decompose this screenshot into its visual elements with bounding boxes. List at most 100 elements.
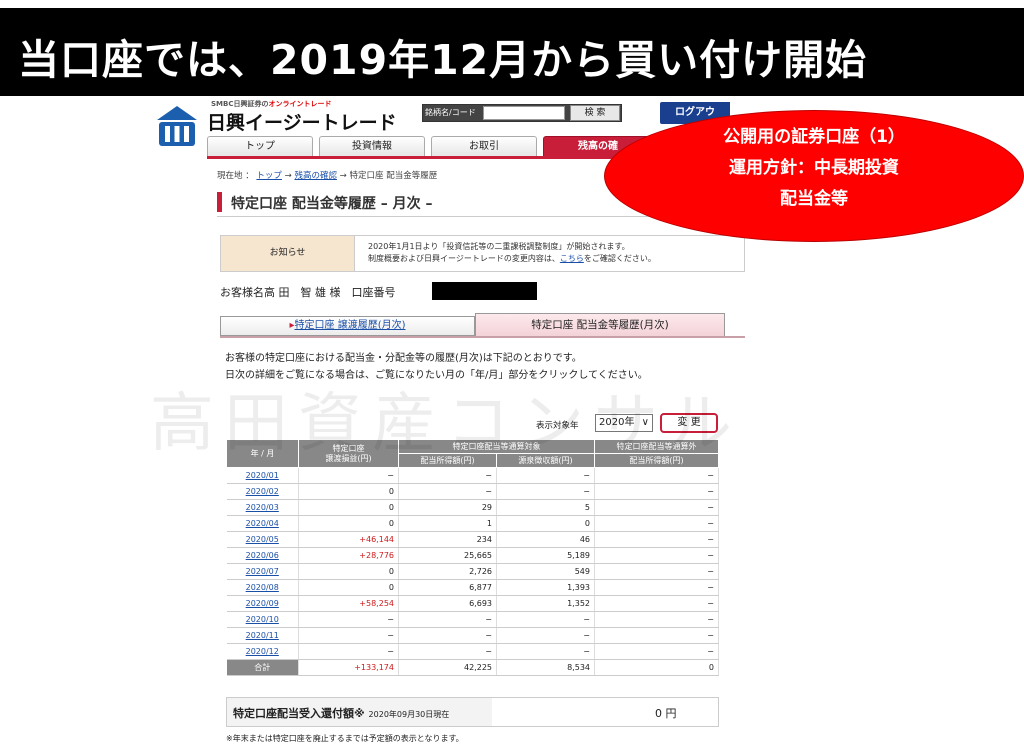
month-link[interactable]: 2020/11	[246, 631, 279, 640]
month-link[interactable]: 2020/02	[246, 487, 279, 496]
tab-investment-info[interactable]: 投資情報	[319, 136, 425, 156]
month-cell: 2020/08	[226, 579, 299, 596]
dividend-cell: −	[398, 643, 497, 660]
notice-text: 2020年1月1日より「投資信託等の二重課税調整制度」が開始されます。 制度概要…	[368, 242, 656, 263]
transfer-cell: −	[298, 611, 399, 628]
refund-label: 特定口座配当受入還付額※ 2020年09月30日現在	[233, 707, 450, 720]
month-cell: 2020/04	[226, 515, 299, 532]
table-row: 2020/09 +58,254 6,693 1,352−	[226, 595, 719, 612]
breadcrumb: 現在地 ： トップ → 残高の確認 → 特定口座 配当金等履歴	[217, 171, 438, 181]
outside-dividend-cell: −	[594, 483, 719, 500]
month-cell: 2020/02	[226, 483, 299, 500]
withholding-cell: −	[496, 467, 595, 484]
tab-transfer-history[interactable]: ▸特定口座 譲渡履歴(月次)	[220, 316, 475, 336]
transfer-cell: +58,254	[298, 595, 399, 612]
month-cell: 2020/11	[226, 627, 299, 644]
withholding-cell: 1,352	[496, 595, 595, 612]
withholding-cell: −	[496, 643, 595, 660]
year-select[interactable]: 2020年 ∨	[595, 414, 653, 432]
outside-dividend-cell: −	[594, 515, 719, 532]
month-cell: 2020/06	[226, 547, 299, 564]
withholding-cell: −	[496, 611, 595, 628]
table-row: 2020/01− − − −	[226, 467, 719, 484]
search-button[interactable]: 検 索	[570, 105, 620, 121]
month-link[interactable]: 2020/03	[246, 503, 279, 512]
dividend-cell: −	[398, 483, 497, 500]
col-withholding: 源泉徴収額(円)	[496, 453, 595, 468]
title-accent	[217, 192, 222, 212]
table-row: 2020/05 +46,144 234 46−	[226, 531, 719, 548]
transfer-cell: −	[298, 643, 399, 660]
outside-dividend-cell: −	[594, 467, 719, 484]
month-link[interactable]: 2020/01	[246, 471, 279, 480]
table-row: 2020/04 0 1 0−	[226, 515, 719, 532]
dividend-cell: 2,726	[398, 563, 497, 580]
title-banner: 当口座では、2019年12月から買い付け開始	[0, 8, 1024, 96]
tab-dividend-history[interactable]: 特定口座 配当金等履歴(月次)	[475, 313, 725, 336]
tab-top[interactable]: トップ	[207, 136, 313, 156]
outside-dividend-cell: −	[594, 643, 719, 660]
month-cell: 2020/12	[226, 643, 299, 660]
col-group-in: 特定口座配当等通算対象	[398, 439, 595, 454]
table-row: 2020/11− − − −	[226, 627, 719, 644]
tab-trading[interactable]: お取引	[431, 136, 537, 156]
month-link[interactable]: 2020/07	[246, 567, 279, 576]
month-cell: 2020/09	[226, 595, 299, 612]
dividend-table: 年 / 月 特定口座 譲渡損益(円) 特定口座配当等通算対象 特定口座配当等通算…	[226, 439, 719, 676]
intro-text: お客様の特定口座における配当金・分配金等の履歴(月次)は下記のとおりです。 日次…	[225, 353, 648, 381]
month-cell: 2020/03	[226, 499, 299, 516]
year-label: 表示対象年	[536, 421, 579, 431]
transfer-cell: 0	[298, 483, 399, 500]
month-link[interactable]: 2020/04	[246, 519, 279, 528]
dividend-cell: −	[398, 611, 497, 628]
transfer-cell: +46,144	[298, 531, 399, 548]
brand-name: 日興イージートレード	[207, 112, 397, 134]
change-button[interactable]: 変 更	[660, 413, 718, 433]
outside-dividend-cell: −	[594, 579, 719, 596]
nikko-logo-icon	[157, 106, 197, 146]
table-row: 2020/08 0 6,877 1,393−	[226, 579, 719, 596]
month-link[interactable]: 2020/05	[246, 535, 279, 544]
col-dividend-out: 配当所得額(円)	[594, 453, 719, 468]
search-input[interactable]	[483, 106, 565, 120]
refund-value-box	[492, 698, 718, 726]
dividend-cell: −	[398, 627, 497, 644]
transfer-cell: 0	[298, 563, 399, 580]
customer-info: お客様名高 田 智 雄 様 口座番号	[220, 286, 396, 299]
outside-dividend-cell: −	[594, 563, 719, 580]
outside-dividend-cell: −	[594, 595, 719, 612]
total-row: 合計 +133,174 42,225 8,534 0	[226, 659, 719, 676]
month-cell: 2020/07	[226, 563, 299, 580]
col-transfer: 特定口座 譲渡損益(円)	[298, 439, 399, 468]
month-link[interactable]: 2020/10	[246, 615, 279, 624]
breadcrumb-top-link[interactable]: トップ	[256, 171, 282, 181]
total-label: 合計	[226, 659, 299, 676]
month-cell: 2020/05	[226, 531, 299, 548]
dividend-cell: 1	[398, 515, 497, 532]
outside-dividend-cell: −	[594, 627, 719, 644]
dividend-cell: 6,693	[398, 595, 497, 612]
withholding-cell: 5,189	[496, 547, 595, 564]
outside-dividend-cell: −	[594, 531, 719, 548]
month-link[interactable]: 2020/09	[246, 599, 279, 608]
outside-dividend-cell: −	[594, 611, 719, 628]
withholding-cell: 1,393	[496, 579, 595, 596]
month-cell: 2020/10	[226, 611, 299, 628]
notice-label: お知らせ	[220, 235, 355, 272]
outside-dividend-cell: −	[594, 499, 719, 516]
notice-link[interactable]: こちら	[560, 254, 584, 263]
dividend-cell: −	[398, 467, 497, 484]
month-link[interactable]: 2020/12	[246, 647, 279, 656]
withholding-cell: 46	[496, 531, 595, 548]
withholding-cell: 549	[496, 563, 595, 580]
table-row: 2020/12− − − −	[226, 643, 719, 660]
table-row: 2020/10− − − −	[226, 611, 719, 628]
withholding-cell: 0	[496, 515, 595, 532]
month-link[interactable]: 2020/06	[246, 551, 279, 560]
dividend-cell: 25,665	[398, 547, 497, 564]
breadcrumb-balance-link[interactable]: 残高の確認	[294, 171, 337, 181]
total-withholding: 8,534	[496, 659, 595, 676]
col-group-out: 特定口座配当等通算外	[594, 439, 719, 454]
callout-text: 公開用の証券口座（1） 運用方針：中長期投資 配当金等	[723, 127, 905, 209]
month-link[interactable]: 2020/08	[246, 583, 279, 592]
